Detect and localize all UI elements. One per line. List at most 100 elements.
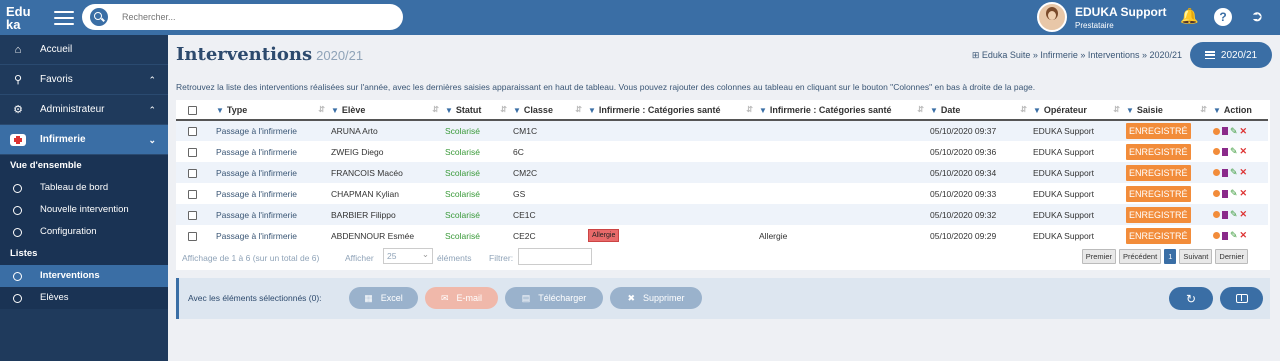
sidebar-item-accueil[interactable]: ⌂ Accueil	[0, 35, 168, 65]
col-header-action[interactable]: ▼ Action	[1211, 100, 1268, 121]
filter-icon[interactable]: ▼	[513, 106, 521, 115]
col-header-categorie-sante-2[interactable]: ▼ Infirmerie : Catégories santé ⇵	[757, 100, 928, 121]
filter-icon[interactable]: ▼	[331, 106, 339, 115]
sidebar-link-tableau-de-bord[interactable]: Tableau de bord	[0, 177, 168, 199]
pager-previous[interactable]: Précédent	[1119, 249, 1162, 264]
refresh-button[interactable]: ↻	[1169, 287, 1213, 310]
sidebar-link-configuration[interactable]: Configuration	[0, 221, 168, 243]
sidebar-item-administrateur[interactable]: ⚙ Administrateur ⌃	[0, 95, 168, 125]
delete-button[interactable]: ✖ Supprimer	[610, 287, 702, 309]
col-header-eleve[interactable]: ▼ Elève ⇵	[329, 100, 443, 121]
pdf-icon[interactable]	[1222, 168, 1228, 177]
search-icon[interactable]	[90, 8, 108, 26]
table-row[interactable]: Passage à l'infirmerie FRANCOIS Macéo Sc…	[176, 162, 1268, 183]
pager-first[interactable]: Premier	[1081, 249, 1116, 264]
filter-icon[interactable]: ▼	[216, 106, 224, 115]
delete-icon[interactable]: ✕	[1240, 188, 1248, 199]
download-button[interactable]: ▤ Télécharger	[505, 287, 603, 309]
table-row[interactable]: Passage à l'infirmerie BARBIER Filippo S…	[176, 204, 1268, 225]
pager-page-1[interactable]: 1	[1164, 249, 1177, 264]
sort-icon[interactable]: ⇵	[318, 105, 325, 114]
excel-button[interactable]: ▦ Excel	[349, 287, 418, 309]
table-row[interactable]: Passage à l'infirmerie ZWEIG Diego Scola…	[176, 141, 1268, 162]
sort-icon[interactable]: ⇵	[432, 105, 439, 114]
delete-icon[interactable]: ✕	[1240, 126, 1248, 137]
delete-icon[interactable]: ✕	[1240, 209, 1248, 220]
sort-icon[interactable]: ⇵	[746, 105, 753, 114]
filter-icon[interactable]: ▼	[930, 106, 938, 115]
row-checkbox[interactable]	[188, 210, 197, 220]
pager-next[interactable]: Suivant	[1179, 249, 1213, 264]
select-all-header[interactable]	[176, 100, 214, 121]
pdf-icon[interactable]	[1222, 147, 1228, 156]
col-header-saisie[interactable]: ▼ Saisie ⇵	[1124, 100, 1211, 121]
logout-icon[interactable]: ➲	[1248, 8, 1266, 26]
delete-icon[interactable]: ✕	[1240, 230, 1248, 241]
sidebar-link-nouvelle-intervention[interactable]: Nouvelle intervention	[0, 199, 168, 221]
col-header-statut[interactable]: ▼ Statut ⇵	[443, 100, 511, 121]
delete-icon[interactable]: ✕	[1240, 167, 1248, 178]
filter-icon[interactable]: ▼	[1213, 106, 1221, 115]
filter-icon[interactable]: ▼	[445, 106, 453, 115]
sidebar-item-favoris[interactable]: ⚲ Favoris ⌃	[0, 65, 168, 95]
col-header-classe[interactable]: ▼ Classe ⇵	[511, 100, 586, 121]
play-icon[interactable]	[1213, 211, 1220, 218]
edit-icon[interactable]: ✎	[1230, 230, 1238, 241]
help-icon[interactable]: ?	[1214, 8, 1232, 26]
row-checkbox[interactable]	[188, 147, 197, 157]
search-bar[interactable]	[82, 4, 403, 30]
filter-icon[interactable]: ▼	[1033, 106, 1041, 115]
table-row[interactable]: Passage à l'infirmerie ARUNA Arto Scolar…	[176, 120, 1268, 141]
sort-icon[interactable]: ⇵	[917, 105, 924, 114]
sidebar-link-interventions[interactable]: Interventions	[0, 265, 168, 287]
email-button[interactable]: ✉ E-mail	[425, 287, 498, 309]
row-checkbox[interactable]	[188, 168, 197, 178]
bell-icon[interactable]: 🔔	[1180, 8, 1199, 26]
filter-icon[interactable]: ▼	[759, 106, 767, 115]
edit-icon[interactable]: ✎	[1230, 209, 1238, 220]
play-icon[interactable]	[1213, 232, 1220, 239]
pdf-icon[interactable]	[1222, 210, 1228, 219]
play-icon[interactable]	[1213, 148, 1220, 155]
sort-icon[interactable]: ⇵	[575, 105, 582, 114]
col-header-date[interactable]: ▼ Date ⇵	[928, 100, 1031, 121]
edit-icon[interactable]: ✎	[1230, 126, 1238, 137]
eduka-logo[interactable]: Edu ka	[0, 0, 42, 35]
edit-icon[interactable]: ✎	[1230, 167, 1238, 178]
sort-icon[interactable]: ⇵	[500, 105, 507, 114]
filter-icon[interactable]: ▼	[588, 106, 596, 115]
user-menu[interactable]: EDUKA Support Prestataire	[1037, 2, 1167, 32]
table-row[interactable]: Passage à l'infirmerie CHAPMAN Kylian Sc…	[176, 183, 1268, 204]
year-select-button[interactable]: 2020/21	[1190, 42, 1272, 68]
sort-icon[interactable]: ⇵	[1020, 105, 1027, 114]
sort-icon[interactable]: ⇵	[1200, 105, 1207, 114]
pdf-icon[interactable]	[1222, 127, 1228, 135]
table-row[interactable]: Passage à l'infirmerie ABDENNOUR Esmée S…	[176, 225, 1268, 246]
pager-last[interactable]: Dernier	[1215, 249, 1248, 264]
hamburger-menu-icon[interactable]	[54, 10, 74, 25]
delete-icon[interactable]: ✕	[1240, 146, 1248, 157]
filter-input[interactable]	[518, 248, 592, 265]
sort-icon[interactable]: ⇵	[1113, 105, 1120, 114]
pdf-icon[interactable]	[1222, 231, 1228, 240]
columns-button[interactable]	[1220, 287, 1263, 310]
sidebar-link-eleves[interactable]: Elèves	[0, 287, 168, 309]
col-header-categorie-sante-1[interactable]: ▼ Infirmerie : Catégories santé ⇵	[586, 100, 757, 121]
edit-icon[interactable]: ✎	[1230, 188, 1238, 199]
row-checkbox[interactable]	[188, 127, 197, 137]
select-all-checkbox[interactable]	[188, 105, 197, 115]
breadcrumb-text[interactable]: Eduka Suite » Infirmerie » Interventions…	[982, 50, 1182, 60]
search-input[interactable]	[122, 12, 392, 22]
breadcrumb[interactable]: ⊞ Eduka Suite » Infirmerie » Interventio…	[972, 50, 1182, 61]
edit-icon[interactable]: ✎	[1230, 146, 1238, 157]
play-icon[interactable]	[1213, 169, 1220, 176]
play-icon[interactable]	[1213, 190, 1220, 197]
col-header-operateur[interactable]: ▼ Opérateur ⇵	[1031, 100, 1124, 121]
col-header-type[interactable]: ▼ Type ⇵	[214, 100, 329, 121]
pdf-icon[interactable]	[1222, 189, 1228, 198]
page-length-select[interactable]: 25	[383, 247, 433, 264]
filter-icon[interactable]: ▼	[1126, 106, 1134, 115]
sidebar-item-infirmerie[interactable]: Infirmerie ⌄	[0, 125, 168, 155]
row-checkbox[interactable]	[188, 231, 197, 241]
avatar[interactable]	[1037, 2, 1067, 32]
